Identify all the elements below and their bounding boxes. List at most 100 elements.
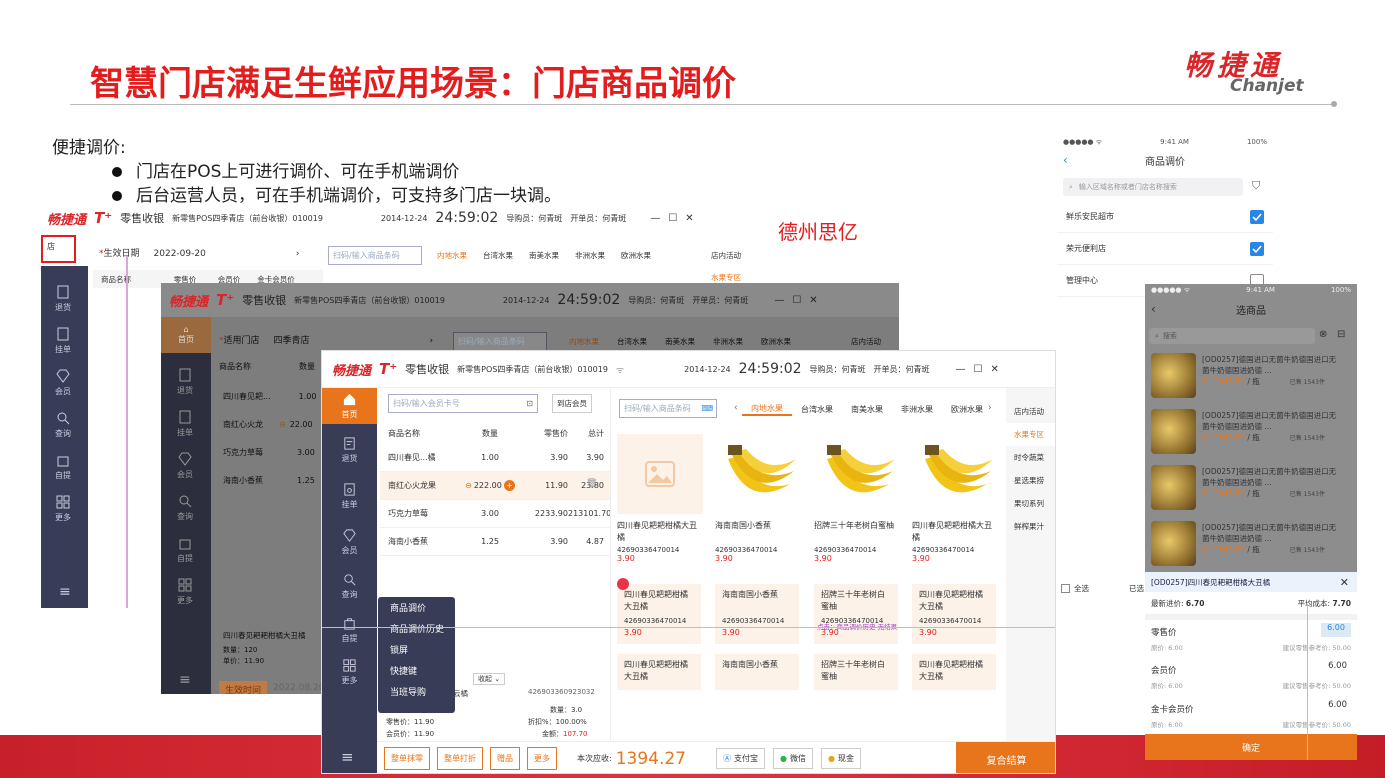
checkout-button[interactable]: 复合结算 (956, 742, 1055, 773)
nav-query[interactable]: 查询 (55, 410, 71, 439)
cart-row[interactable]: 巧克力草莓 3.00 2233.90 213101.70 (380, 500, 611, 528)
product-search-input[interactable]: ⌕ 搜索 (1149, 328, 1315, 344)
product-tile[interactable]: 四川春见耙耙柑橘大丑橘 42690336470014 3.90 (617, 584, 701, 644)
nav-return[interactable]: 退货 (177, 367, 193, 396)
gold-member-price-input[interactable]: 6.00 (1328, 700, 1347, 710)
nav-home[interactable]: 首页 (322, 388, 377, 424)
product-tile[interactable]: 四川春见耙耙柑橘大丑橘 (617, 654, 701, 690)
product-card[interactable]: 四川春见耙耙柑橘大丑橘 42690336470014 3.90 (617, 434, 703, 563)
retail-price-input[interactable]: 6.00 (1321, 623, 1351, 637)
tab-europe[interactable]: 欧洲水果 (942, 404, 992, 415)
product-list-item[interactable]: [OD0257]德国进口无菌牛奶德国进口无菌牛奶德国进奶德 ... ¥ 12345… (1145, 516, 1357, 572)
tab-taiwan[interactable]: 台湾水果 (483, 250, 513, 261)
nav-more[interactable]: 更多 (55, 494, 71, 523)
nav-return[interactable]: 退货 (55, 284, 71, 313)
close-icon[interactable]: ✕ (809, 295, 817, 306)
product-search-input[interactable]: 扫码/输入商品条码 (328, 246, 422, 265)
menu-item-lock-screen[interactable]: 锁屏 (378, 639, 455, 660)
maximize-icon[interactable]: ☐ (974, 364, 983, 375)
store-box[interactable]: 店 (41, 235, 76, 263)
nav-query[interactable]: 查询 (177, 493, 193, 522)
tab-next-icon[interactable]: › (988, 403, 992, 413)
minimize-icon[interactable]: — (956, 364, 966, 375)
product-search-input[interactable]: 扫码/输入商品条码 (453, 332, 547, 351)
table-row[interactable]: 四川春见耙... 1.00 (223, 391, 316, 402)
product-list-item[interactable]: [OD0257]德国进口无菌牛奶德国进口无菌牛奶德国进奶德 ... ¥ 12345… (1145, 460, 1357, 516)
nav-pickup[interactable]: 自提 (55, 452, 71, 481)
fruit-zone[interactable]: 水果专区 (711, 272, 741, 283)
member-button[interactable]: 到店会员 (552, 394, 592, 413)
store-row[interactable]: 鲜乐安民超市 (1057, 201, 1273, 233)
menu-item-price-history[interactable]: 商品调价历史 (378, 618, 455, 639)
product-card[interactable]: 海南南国小香蕉 42690336470014 3.90 (715, 434, 801, 563)
close-icon[interactable]: ✕ (991, 364, 999, 375)
product-tile[interactable]: 招牌三十年老树白蜜柚 (814, 654, 898, 690)
product-list-item[interactable]: [OD0257]德国进口无菌牛奶德国进口无菌牛奶德国进奶德 ... ¥ 12345… (1145, 348, 1357, 404)
store-search-input[interactable]: ⌕ 输入区域名称或者门店名称搜索 (1063, 178, 1243, 196)
effect-time-button[interactable]: 生效时间 (219, 681, 268, 694)
table-row[interactable]: 海南小香蕉 1.25 (223, 475, 315, 486)
nav-pickup[interactable]: 自提 (322, 616, 377, 644)
product-tile[interactable]: 四川春见耙耙柑橘大丑橘 42690336470014 3.90 (912, 584, 996, 644)
close-icon[interactable]: ✕ (685, 213, 693, 224)
alipay-button[interactable]: Ⓐ 支付宝 (716, 748, 766, 769)
nav-member[interactable]: 会员 (177, 451, 193, 480)
discount-button[interactable]: 整单打折 (437, 747, 483, 770)
nav-query[interactable]: 查询 (322, 572, 377, 600)
nav-member[interactable]: 会员 (55, 368, 71, 397)
nav-member[interactable]: 会员 (322, 528, 377, 556)
cat-seasonal-veg[interactable]: 时令蔬菜 (1006, 446, 1055, 469)
filter-icon[interactable]: ⛉ (1252, 179, 1260, 193)
scan-icon[interactable]: ⊡ (526, 399, 533, 408)
keyboard-icon[interactable]: ⌨ (701, 404, 713, 413)
cart-row[interactable]: 四川春见...橘 1.00 3.90 3.90 (380, 444, 610, 472)
product-tile[interactable]: 四川春见耙耙柑橘大丑橘 (912, 654, 996, 690)
back-icon[interactable]: ‹ (1151, 302, 1156, 316)
tab-africa[interactable]: 非洲水果 (892, 404, 942, 415)
more-button[interactable]: 更多 (527, 747, 557, 770)
menu-icon[interactable]: ≡ (341, 748, 354, 766)
cart-row-selected[interactable]: 南红心火龙果 ⊖ 222.00 +11.90 23.80 (380, 472, 610, 500)
tab-africa[interactable]: 非洲水果 (575, 250, 605, 261)
cat-juice[interactable]: 鲜榨果汁 (1006, 515, 1055, 538)
nav-hold[interactable]: 挂单 (322, 482, 377, 510)
gift-button[interactable]: 赠品 (490, 747, 520, 770)
nav-more[interactable]: 更多 (177, 577, 193, 606)
wechat-pay-button[interactable]: ● 微信 (773, 748, 813, 769)
confirm-button[interactable]: 确定 (1145, 734, 1357, 760)
cat-shop-activity[interactable]: 店内活动 (1006, 400, 1055, 423)
cat-fruit-zone[interactable]: 水果专区 (1006, 423, 1055, 446)
menu-icon[interactable]: ≡ (179, 672, 191, 688)
shop-activity[interactable]: 店内活动 (851, 336, 881, 347)
trash-icon[interactable]: 🗑 (586, 479, 597, 489)
product-tile[interactable]: 海南南国小香蕉 (715, 654, 799, 690)
menu-item-price-adjust[interactable]: 商品调价 (378, 597, 455, 618)
tab-taiwan[interactable]: 台湾水果 (792, 404, 842, 415)
select-all[interactable]: 全选 (1061, 583, 1089, 594)
table-row[interactable]: 南红心火龙 ⊖ 22.00 (223, 419, 313, 430)
round-off-button[interactable]: 整单抹零 (384, 747, 430, 770)
tab-europe[interactable]: 欧洲水果 (761, 336, 791, 347)
member-search-input[interactable]: 扫码/输入会员卡号 ⊡ (388, 394, 538, 413)
minus-icon[interactable]: ⊖ (465, 481, 472, 490)
tab-mainland[interactable]: 内地水果 (437, 250, 467, 261)
cash-button[interactable]: ● 现金 (821, 748, 861, 769)
cat-fruit-salad[interactable]: 星选果捞 (1006, 469, 1055, 492)
nav-return[interactable]: 退货 (322, 436, 377, 464)
nav-hold[interactable]: 挂单 (55, 326, 71, 355)
product-card[interactable]: 招牌三十年老树白蜜柚 42690336470014 3.90 (814, 434, 900, 563)
tab-southamerica[interactable]: 南美水果 (665, 336, 695, 347)
menu-item-shortcuts[interactable]: 快捷键 (378, 660, 455, 681)
menu-item-shift-guide[interactable]: 当班导购 (378, 681, 455, 702)
member-price-input[interactable]: 6.00 (1328, 661, 1347, 671)
table-row[interactable]: 巧克力草莓 3.00 (223, 447, 315, 458)
nav-home[interactable]: ⌂ 首页 (161, 317, 211, 353)
product-tile[interactable]: 招牌三十年老树白蜜柚 42690336470014 3.90 (814, 584, 898, 644)
store-row[interactable]: 荣元便利店 (1057, 233, 1273, 265)
maximize-icon[interactable]: ☐ (668, 213, 677, 224)
tab-africa[interactable]: 非洲水果 (713, 336, 743, 347)
tab-europe[interactable]: 欧洲水果 (621, 250, 651, 261)
plus-icon[interactable]: + (503, 480, 515, 491)
checkbox-checked-icon[interactable] (1250, 241, 1264, 256)
tab-southamerica[interactable]: 南美水果 (842, 404, 892, 415)
